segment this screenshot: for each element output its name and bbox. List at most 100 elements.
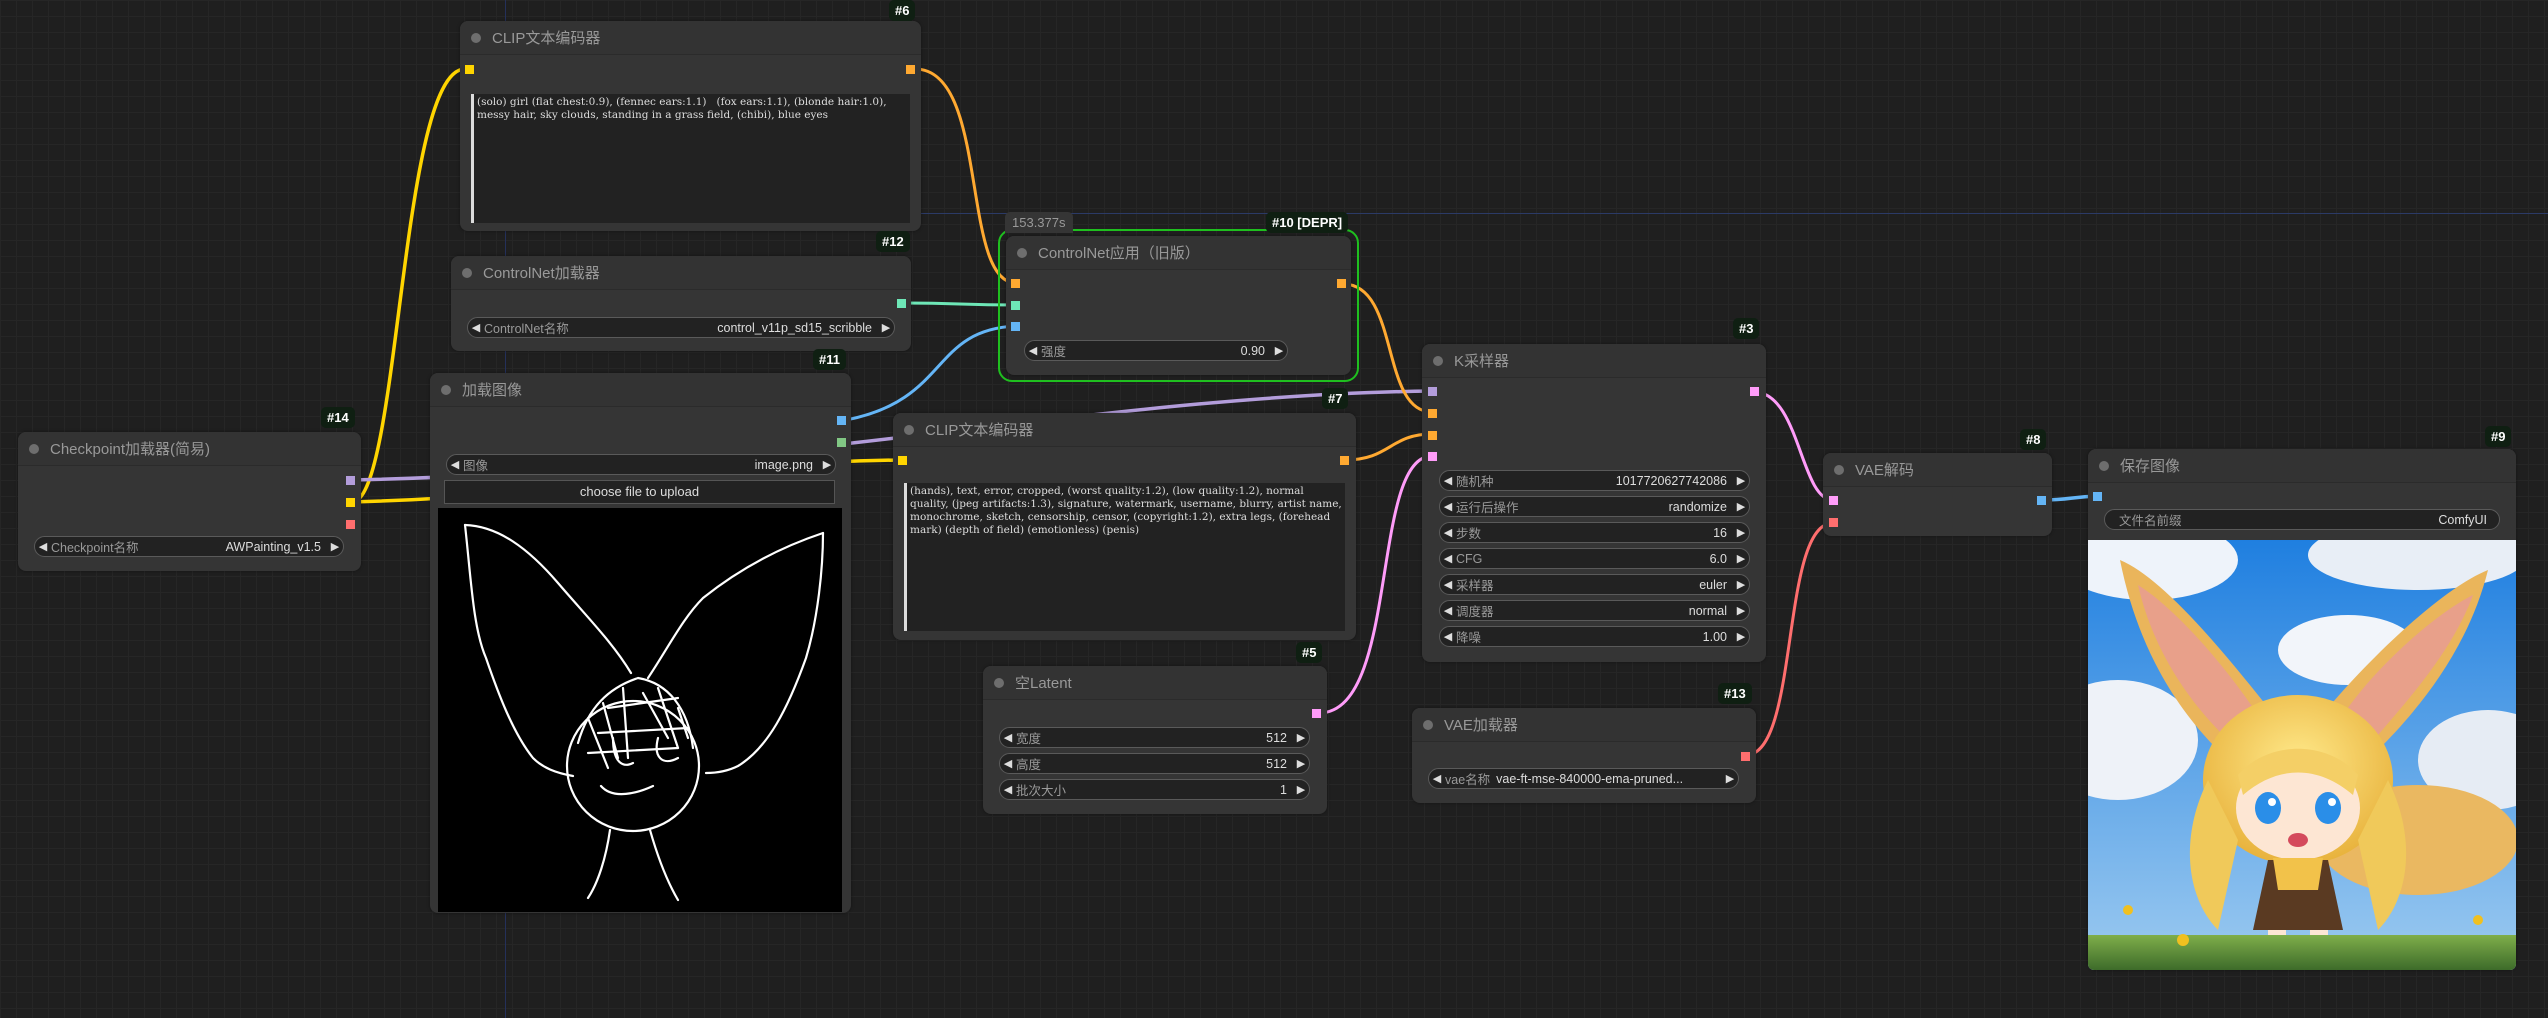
collapse-dot-icon[interactable] [2099, 460, 2109, 471]
node-title-bar[interactable]: 加载图像 [430, 373, 851, 407]
arrow-right-icon[interactable]: ▶ [1733, 500, 1749, 513]
choose-file-upload-button[interactable]: choose file to upload [444, 480, 835, 504]
output-slot-image[interactable] [2037, 496, 2046, 505]
node-title-bar[interactable]: VAE加载器 [1412, 708, 1756, 742]
vae-loader-node[interactable]: VAE加载器 ◀ vae名称 vae-ft-mse-840000-ema-pru… [1412, 708, 1756, 803]
output-slot-image[interactable] [837, 416, 846, 425]
output-slot-vae[interactable] [1741, 752, 1750, 761]
input-slot-control-net[interactable] [1011, 301, 1020, 310]
node-title-bar[interactable]: Checkpoint加载器(简易) [18, 432, 361, 466]
output-slot-vae[interactable] [346, 520, 355, 529]
output-slot-conditioning[interactable] [1340, 456, 1349, 465]
load-image-node[interactable]: 加载图像 ◀ 图像 image.png ▶ choose file to upl… [430, 373, 851, 913]
checkpoint-name-combo[interactable]: ◀ Checkpoint名称 AWPainting_v1.5 ▶ [34, 536, 344, 557]
cfg-input[interactable]: ◀ CFG 6.0 ▶ [1439, 548, 1750, 569]
node-title-bar[interactable]: 空Latent [983, 666, 1327, 700]
sampler-combo[interactable]: ◀ 采样器 euler ▶ [1439, 574, 1750, 595]
scheduler-combo[interactable]: ◀ 调度器 normal ▶ [1439, 600, 1750, 621]
input-slot-latent[interactable] [1428, 452, 1437, 461]
arrow-left-icon[interactable]: ◀ [1440, 604, 1456, 617]
node-title-bar[interactable]: CLIP文本编码器 [460, 21, 921, 55]
clip-text-encode-negative-node[interactable]: CLIP文本编码器 (hands), text, error, cropped,… [893, 413, 1356, 640]
filename-prefix-input[interactable]: 文件名前缀 ComfyUI [2104, 509, 2500, 530]
arrow-right-icon[interactable]: ▶ [1733, 604, 1749, 617]
seed-input[interactable]: ◀ 随机种 1017720627742086 ▶ [1439, 470, 1750, 491]
input-slot-samples[interactable] [1829, 496, 1838, 505]
output-slot-conditioning[interactable] [906, 65, 915, 74]
arrow-right-icon[interactable]: ▶ [819, 458, 835, 471]
denoise-input[interactable]: ◀ 降噪 1.00 ▶ [1439, 626, 1750, 647]
arrow-left-icon[interactable]: ◀ [1000, 783, 1016, 796]
input-slot-vae[interactable] [1829, 518, 1838, 527]
collapse-dot-icon[interactable] [1433, 355, 1443, 366]
collapse-dot-icon[interactable] [994, 677, 1004, 688]
input-slot-clip[interactable] [465, 65, 474, 74]
arrow-left-icon[interactable]: ◀ [1440, 578, 1456, 591]
output-slot-mask[interactable] [837, 438, 846, 447]
controlnet-name-combo[interactable]: ◀ ControlNet名称 control_v11p_sd15_scribbl… [467, 317, 895, 338]
vae-name-combo[interactable]: ◀ vae名称 vae-ft-mse-840000-ema-pruned... … [1428, 768, 1739, 789]
node-title-bar[interactable]: ControlNet加载器 [451, 256, 911, 290]
arrow-left-icon[interactable]: ◀ [1025, 344, 1041, 357]
image-combo[interactable]: ◀ 图像 image.png ▶ [446, 454, 836, 475]
batch-size-input[interactable]: ◀ 批次大小 1 ▶ [999, 779, 1310, 800]
ksampler-node[interactable]: K采样器 ◀ 随机种 1017720627742086 ▶ ◀ 运行后操作 ra… [1422, 344, 1766, 662]
link-negative-to-ksampler[interactable] [1344, 432, 1433, 462]
arrow-right-icon[interactable]: ▶ [1733, 552, 1749, 565]
steps-input[interactable]: ◀ 步数 16 ▶ [1439, 522, 1750, 543]
collapse-dot-icon[interactable] [441, 384, 451, 395]
clip-text-encode-positive-node[interactable]: CLIP文本编码器 (solo) girl (flat chest:0.9), … [460, 21, 921, 231]
control-after-generate-combo[interactable]: ◀ 运行后操作 randomize ▶ [1439, 496, 1750, 517]
node-title-bar[interactable]: K采样器 [1422, 344, 1766, 378]
input-slot-conditioning[interactable] [1011, 279, 1020, 288]
arrow-right-icon[interactable]: ▶ [1733, 578, 1749, 591]
arrow-right-icon[interactable]: ▶ [1271, 344, 1287, 357]
collapse-dot-icon[interactable] [1017, 247, 1027, 258]
input-slot-image[interactable] [1011, 322, 1020, 331]
arrow-right-icon[interactable]: ▶ [1733, 526, 1749, 539]
output-slot-latent[interactable] [1750, 387, 1759, 396]
node-title-bar[interactable]: VAE解码 [1823, 453, 2052, 487]
input-slot-negative[interactable] [1428, 431, 1437, 440]
node-title-bar[interactable]: 保存图像 [2088, 449, 2516, 483]
vae-decode-node[interactable]: VAE解码 [1823, 453, 2052, 536]
arrow-right-icon[interactable]: ▶ [878, 321, 894, 334]
arrow-left-icon[interactable]: ◀ [1440, 526, 1456, 539]
arrow-right-icon[interactable]: ▶ [1293, 731, 1309, 744]
input-slot-clip[interactable] [898, 456, 907, 465]
save-image-node[interactable]: 保存图像 文件名前缀 ComfyUI [2088, 449, 2516, 970]
arrow-left-icon[interactable]: ◀ [1440, 474, 1456, 487]
controlnet-apply-node[interactable]: ControlNet应用（旧版） ◀ 强度 0.90 ▶ [1006, 236, 1351, 375]
input-slot-model[interactable] [1428, 387, 1437, 396]
node-title-bar[interactable]: ControlNet应用（旧版） [1006, 236, 1351, 270]
output-slot-conditioning[interactable] [1337, 279, 1346, 288]
arrow-right-icon[interactable]: ▶ [1733, 630, 1749, 643]
empty-latent-node[interactable]: 空Latent ◀ 宽度 512 ▶ ◀ 高度 512 ▶ ◀ 批次大小 1 ▶ [983, 666, 1327, 814]
arrow-right-icon[interactable]: ▶ [1722, 772, 1738, 785]
arrow-right-icon[interactable]: ▶ [327, 540, 343, 553]
collapse-dot-icon[interactable] [904, 424, 914, 435]
width-input[interactable]: ◀ 宽度 512 ▶ [999, 727, 1310, 748]
output-slot-latent[interactable] [1312, 709, 1321, 718]
arrow-left-icon[interactable]: ◀ [1000, 757, 1016, 770]
controlnet-loader-node[interactable]: ControlNet加载器 ◀ ControlNet名称 control_v11… [451, 256, 911, 351]
output-slot-clip[interactable] [346, 498, 355, 507]
collapse-dot-icon[interactable] [1834, 464, 1844, 475]
arrow-left-icon[interactable]: ◀ [1440, 552, 1456, 565]
input-slot-images[interactable] [2093, 492, 2102, 501]
generated-image-preview[interactable] [2088, 540, 2516, 970]
arrow-left-icon[interactable]: ◀ [447, 458, 463, 471]
arrow-right-icon[interactable]: ▶ [1293, 783, 1309, 796]
arrow-left-icon[interactable]: ◀ [1000, 731, 1016, 744]
arrow-left-icon[interactable]: ◀ [35, 540, 51, 553]
prompt-textarea[interactable]: (hands), text, error, cropped, (worst qu… [904, 483, 1345, 631]
arrow-left-icon[interactable]: ◀ [1440, 630, 1456, 643]
input-slot-positive[interactable] [1428, 409, 1437, 418]
arrow-left-icon[interactable]: ◀ [1440, 500, 1456, 513]
height-input[interactable]: ◀ 高度 512 ▶ [999, 753, 1310, 774]
checkpoint-loader-node[interactable]: Checkpoint加载器(简易) ◀ Checkpoint名称 AWPaint… [18, 432, 361, 571]
collapse-dot-icon[interactable] [1423, 719, 1433, 730]
strength-slider[interactable]: ◀ 强度 0.90 ▶ [1024, 340, 1288, 361]
collapse-dot-icon[interactable] [29, 443, 39, 454]
output-slot-control-net[interactable] [897, 299, 906, 308]
